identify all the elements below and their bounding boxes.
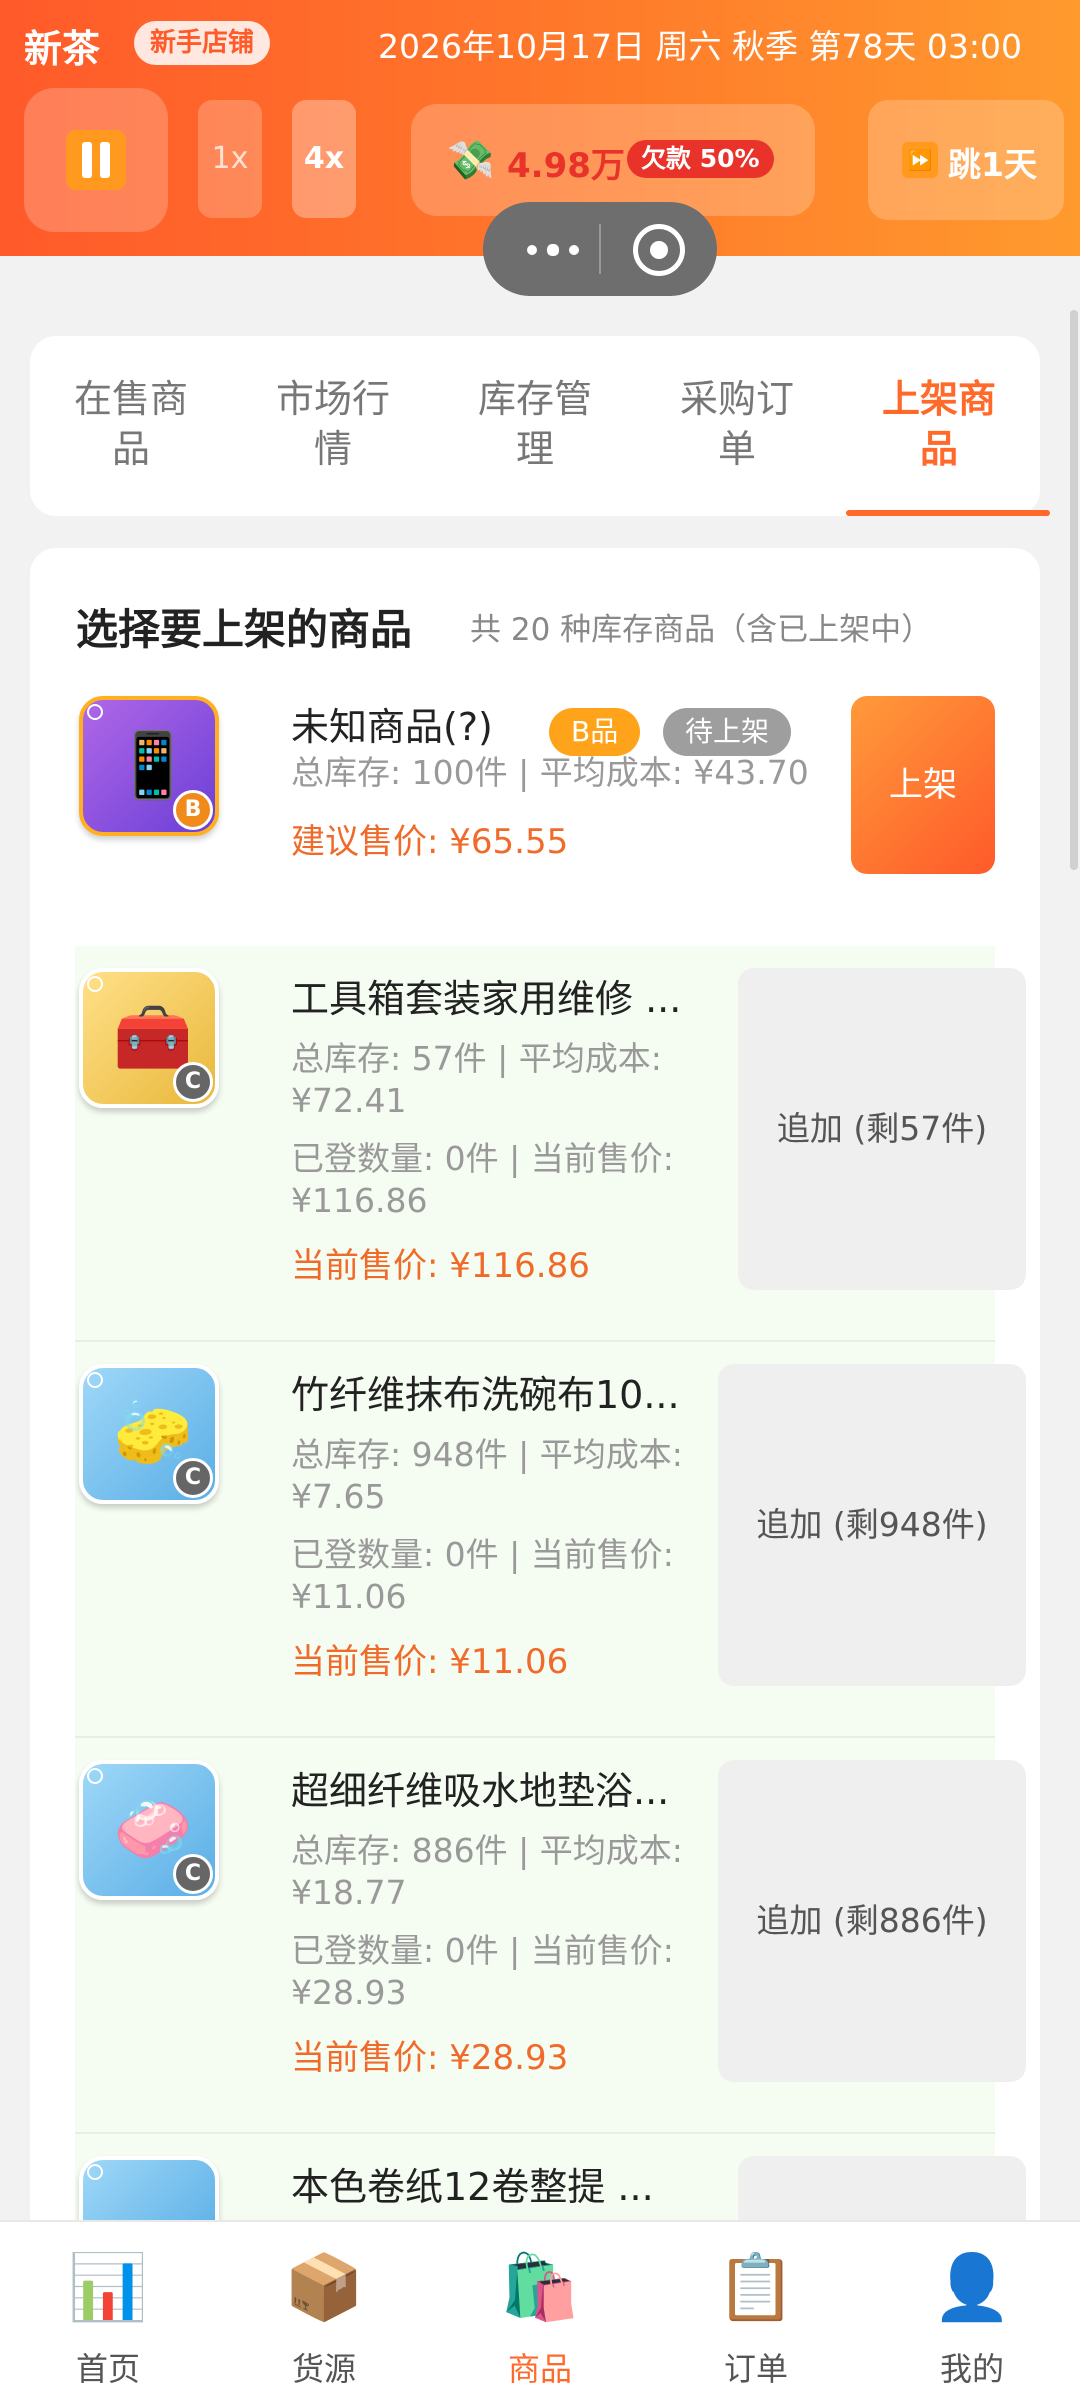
nav-label: 订单 <box>723 2350 788 2388</box>
tab-label: 采购订单 <box>679 377 794 471</box>
shopping-bags-icon: 🛍️ <box>500 2251 580 2325</box>
fast-forward-icon: ⏩ <box>902 142 938 178</box>
add-stock-button[interactable]: 追加 (剩886件) <box>718 1760 1026 2082</box>
suggested-price: 建议售价: ¥65.55 <box>291 822 569 862</box>
user-icon: 👤 <box>932 2251 1012 2325</box>
list-item: 📱 B 未知商品(?) B品 待上架 总库存: 100件 | 平均成本: ¥43… <box>75 696 995 946</box>
tab-on-sale[interactable]: 在售商品 <box>30 336 232 516</box>
list-product-button[interactable]: 上架 <box>851 696 995 874</box>
product-name: 超细纤维吸水地垫浴... <box>291 1769 670 1813</box>
current-price: 当前售价: ¥11.06 <box>291 1642 569 1682</box>
product-name: 工具箱套装家用维修 ... <box>291 977 682 1021</box>
clipboard-icon: 📋 <box>716 2251 796 2325</box>
grade-badge-icon: B <box>173 790 213 830</box>
nav-products[interactable]: 🛍️ 商品 <box>432 2222 648 2400</box>
miniprogram-capsule <box>483 202 717 296</box>
add-stock-button[interactable]: 追加 (剩948件) <box>718 1364 1026 1686</box>
game-datetime: 2026年10月17日 周六 秋季 第78天 03:00 <box>378 27 1023 66</box>
tab-label: 上架商品 <box>881 377 996 471</box>
money-icon: 💸 <box>447 138 495 182</box>
shop-level-badge: 新手店铺 <box>134 21 271 65</box>
more-icon[interactable] <box>513 226 593 272</box>
tab-label: 市场行情 <box>275 377 390 471</box>
stock-cost-text: 总库存: 948件 | 平均成本: ¥7.65 <box>291 1435 683 1516</box>
listed-quantity-text: 已登数量: 0件 | 当前售价: ¥116.86 <box>291 1139 674 1220</box>
nav-label: 货源 <box>291 2350 356 2388</box>
stock-cost-text: 总库存: 886件 | 平均成本: ¥18.77 <box>291 1831 683 1912</box>
product-name: 竹纤维抹布洗碗布10... <box>291 1373 680 1417</box>
product-thumbnail: 🧰 C <box>79 968 219 1108</box>
status-badge: 待上架 <box>663 708 792 756</box>
panel-subtitle: 共 20 种库存商品（含已上架中） <box>470 612 933 648</box>
skip-day-button[interactable]: ⏩ 跳1天 <box>868 100 1064 220</box>
capsule-divider <box>599 224 601 274</box>
nav-label: 我的 <box>939 2350 1004 2388</box>
funds-amount: 4.98万 <box>507 146 625 186</box>
panel-title: 选择要上架的商品 <box>76 605 413 654</box>
debt-badge: 欠款 50% <box>627 140 774 178</box>
current-price: 当前售价: ¥28.93 <box>291 2038 569 2078</box>
grade-badge-icon: C <box>173 1854 213 1894</box>
tab-bar: 在售商品 市场行情 库存管理 采购订单 上架商品 <box>30 336 1050 516</box>
grade-tag: B品 <box>549 708 641 756</box>
select-indicator <box>87 976 103 992</box>
select-indicator <box>87 1768 103 1784</box>
bar-chart-icon: 📊 <box>68 2251 148 2325</box>
add-stock-button[interactable]: 追加 (剩57件) <box>738 968 1026 1290</box>
select-indicator <box>87 704 103 720</box>
listing-panel: 选择要上架的商品 共 20 种库存商品（含已上架中） 📱 B 未知商品(?) B… <box>30 548 1040 2400</box>
grade-badge-icon: C <box>173 1458 213 1498</box>
list-item: 🧰 C 工具箱套装家用维修 ... 总库存: 57件 | 平均成本: ¥72.4… <box>75 946 1026 1342</box>
nav-profile[interactable]: 👤 我的 <box>864 2222 1080 2400</box>
tab-label: 在售商品 <box>73 377 188 471</box>
skip-day-label: 跳1天 <box>948 145 1037 184</box>
current-price: 当前售价: ¥116.86 <box>291 1246 590 1286</box>
speed-1x-button[interactable]: 1x <box>198 100 262 218</box>
select-indicator <box>87 2164 103 2180</box>
nav-orders[interactable]: 📋 订单 <box>648 2222 864 2400</box>
pause-button[interactable] <box>24 88 168 232</box>
product-thumbnail: 🧽 C <box>79 1364 219 1504</box>
grade-badge-icon: C <box>173 1062 213 1102</box>
list-item: 🧼 C 超细纤维吸水地垫浴... 总库存: 886件 | 平均成本: ¥18.7… <box>75 1738 1026 2134</box>
tab-market[interactable]: 市场行情 <box>232 336 434 516</box>
nav-home[interactable]: 📊 首页 <box>0 2222 216 2400</box>
stock-cost-text: 总库存: 57件 | 平均成本: ¥72.41 <box>291 1039 662 1120</box>
listed-quantity-text: 已登数量: 0件 | 当前售价: ¥11.06 <box>291 1535 674 1616</box>
product-name: 未知商品(?) <box>291 705 493 749</box>
listed-quantity-text: 已登数量: 0件 | 当前售价: ¥28.93 <box>291 1931 674 2012</box>
nav-label: 商品 <box>507 2350 572 2388</box>
speed-4x-button[interactable]: 4x <box>292 100 356 218</box>
tab-purchase-orders[interactable]: 采购订单 <box>636 336 838 516</box>
stock-cost-text: 总库存: 100件 | 平均成本: ¥43.70 <box>291 753 809 792</box>
close-miniprogram-icon[interactable] <box>633 224 685 276</box>
package-icon: 📦 <box>284 2251 364 2325</box>
tab-label: 库存管理 <box>477 377 592 471</box>
tab-list-products[interactable]: 上架商品 <box>838 336 1050 516</box>
list-item: 🧽 C 竹纤维抹布洗碗布10... 总库存: 948件 | 平均成本: ¥7.6… <box>75 1342 1026 1738</box>
pause-icon <box>66 130 126 190</box>
tab-inventory[interactable]: 库存管理 <box>434 336 636 516</box>
product-thumbnail: 📱 B <box>79 696 219 836</box>
bottom-nav: 📊 首页 📦 货源 🛍️ 商品 📋 订单 👤 我的 <box>0 2220 1080 2400</box>
page-scrollbar[interactable] <box>1070 310 1078 870</box>
nav-label: 首页 <box>75 2350 140 2388</box>
funds-display[interactable]: 💸 4.98万 欠款 50% <box>411 104 815 216</box>
product-thumbnail: 🧼 C <box>79 1760 219 1900</box>
nav-sourcing[interactable]: 📦 货源 <box>216 2222 432 2400</box>
select-indicator <box>87 1372 103 1388</box>
product-name: 本色卷纸12卷整提 ... <box>291 2165 654 2209</box>
brand-name: 新茶 <box>24 27 101 71</box>
